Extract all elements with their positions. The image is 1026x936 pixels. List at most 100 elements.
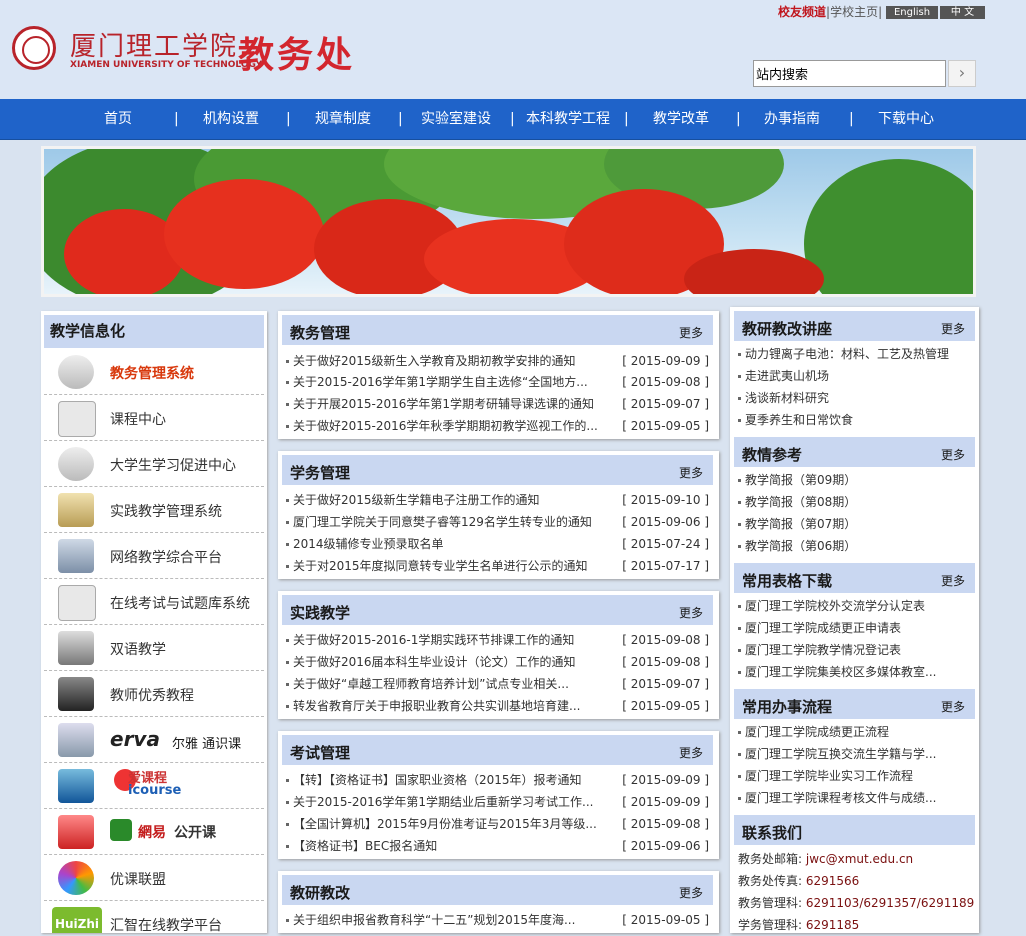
list-item[interactable]: 厦门理工学院校外交流学分认定表 — [738, 595, 925, 617]
list-item[interactable]: 厦门理工学院成绩更正流程 — [738, 721, 889, 743]
more-link[interactable]: 更多 — [941, 320, 965, 337]
icourse-icon — [58, 769, 94, 803]
list-item[interactable]: 关于组织申报省教育科学“十二五”规划2015年度海... — [286, 909, 575, 931]
left-item-huizhi[interactable]: HuiZhi 汇智在线教学平台 — [44, 901, 264, 933]
list-item[interactable]: 浅谈新材料研究 — [738, 387, 829, 409]
list-item[interactable]: 厦门理工学院关于同意樊子睿等129名学生转专业的通知 — [286, 511, 592, 533]
search-button[interactable]: › — [948, 60, 976, 87]
left-item-practice-system[interactable]: 实践教学管理系统 — [44, 487, 264, 533]
more-link[interactable]: 更多 — [679, 884, 703, 901]
list-item[interactable]: 厦门理工学院毕业实习工作流程 — [738, 765, 913, 787]
list-item[interactable]: 关于做好2015-2016学年秋季学期期初教学巡视工作的... — [286, 415, 598, 437]
list-item[interactable]: 动力锂离子电池：材料、工艺及热管理 — [738, 343, 949, 365]
chinese-button[interactable]: 中 文 — [940, 6, 985, 19]
list-item-date: [ 2015-09-10 ] — [622, 493, 709, 507]
left-item-netease[interactable]: 網易 公开课 — [44, 809, 264, 855]
nav-regulations[interactable]: 规章制度 — [307, 99, 379, 139]
list-item[interactable]: 关于2015-2016学年第1学期学生自主选修“全国地方... — [286, 371, 588, 393]
left-item-label: 教师优秀教程 — [110, 688, 194, 704]
list-item[interactable]: 厦门理工学院成绩更正申请表 — [738, 617, 901, 639]
left-item-label: 在线考试与试题库系统 — [110, 596, 250, 612]
list-item-date: [ 2015-09-05 ] — [622, 699, 709, 713]
left-item-label: 优课联盟 — [110, 872, 166, 888]
list-item[interactable]: 教学简报（第06期） — [738, 535, 856, 557]
left-item-label: 网络教学综合平台 — [110, 550, 222, 566]
list-item[interactable]: 关于开展2015-2016学年第1学期考研辅导课选课的通知 — [286, 393, 594, 415]
school-home-link[interactable]: 学校主页 — [830, 5, 878, 19]
nav-teaching-reform[interactable]: 教学改革 — [645, 99, 717, 139]
list-item-date: [ 2015-09-09 ] — [622, 773, 709, 787]
list-item[interactable]: 【转】【资格证书】国家职业资格（2015年）报考通知 — [286, 769, 582, 791]
list-item[interactable]: 走进武夷山机场 — [738, 365, 829, 387]
box-title: 常用办事流程 — [742, 698, 833, 716]
list-item-date: [ 2015-09-08 ] — [622, 655, 709, 669]
email-link[interactable]: jwc@xmut.edu.cn — [806, 852, 913, 866]
more-link[interactable]: 更多 — [679, 604, 703, 621]
list-item[interactable]: 关于2015-2016学年第1学期结业后重新学习考试工作... — [286, 791, 594, 813]
left-item-online-platform[interactable]: 网络教学综合平台 — [44, 533, 264, 579]
left-item-label: 大学生学习促进中心 — [110, 458, 236, 474]
box-title: 教务管理 — [290, 324, 351, 342]
left-item-label: 教务管理系统 — [110, 366, 194, 382]
list-item[interactable]: 转发省教育厅关于申报职业教育公共实训基地培育建... — [286, 695, 580, 717]
list-item-date: [ 2015-07-17 ] — [622, 559, 709, 573]
list-item[interactable]: 教学简报（第09期） — [738, 469, 856, 491]
left-item-youke[interactable]: 优课联盟 — [44, 855, 264, 901]
nav-guide[interactable]: 办事指南 — [756, 99, 828, 139]
more-link[interactable]: 更多 — [941, 698, 965, 715]
list-item[interactable]: 2014级辅修专业预录取名单 — [286, 533, 444, 555]
list-item[interactable]: 关于做好“卓越工程师教育培养计划”试点专业相关... — [286, 673, 569, 695]
box-title: 教研教改 — [290, 884, 351, 902]
nav-teaching-project[interactable]: 本科教学工程 — [522, 99, 614, 139]
left-item-bilingual[interactable]: 双语教学 — [44, 625, 264, 671]
list-item[interactable]: 关于做好2015级新生入学教育及期初教学安排的通知 — [286, 350, 576, 372]
list-item[interactable]: 厦门理工学院互换交流生学籍与学... — [738, 743, 936, 765]
more-link[interactable]: 更多 — [679, 464, 703, 481]
list-item[interactable]: 关于做好2015级新生学籍电子注册工作的通知 — [286, 489, 540, 511]
left-item-academic-system[interactable]: 教务管理系统 — [44, 349, 264, 395]
more-link[interactable]: 更多 — [679, 744, 703, 761]
list-item[interactable]: 厦门理工学院课程考核文件与成绩... — [738, 787, 936, 809]
box-header: 教务管理 更多 — [282, 315, 713, 345]
list-item-date: [ 2015-09-07 ] — [622, 397, 709, 411]
nav-lab-construction[interactable]: 实验室建设 — [414, 99, 498, 139]
left-item-course-center[interactable]: 课程中心 — [44, 395, 264, 441]
list-item[interactable]: 厦门理工学院教学情况登记表 — [738, 639, 901, 661]
box-header: 常用表格下载 更多 — [734, 563, 975, 593]
youke-icon — [58, 861, 94, 895]
users-icon — [58, 447, 94, 481]
list-item-date: [ 2015-09-05 ] — [622, 419, 709, 433]
list-item[interactable]: 教学简报（第08期） — [738, 491, 856, 513]
list-item[interactable]: 厦门理工学院集美校区多媒体教室... — [738, 661, 936, 683]
list-item[interactable]: 【资格证书】BEC报名通知 — [286, 835, 437, 857]
left-item-study-center[interactable]: 大学生学习促进中心 — [44, 441, 264, 487]
left-item-erya[interactable]: erva 尔雅 通识课 — [44, 717, 264, 763]
list-item[interactable]: 关于对2015年度拟同意转专业学生名单进行公示的通知 — [286, 555, 588, 577]
left-item-online-exam[interactable]: 在线考试与试题库系统 — [44, 579, 264, 625]
list-item[interactable]: 关于做好2016届本科生毕业设计（论文）工作的通知 — [286, 651, 576, 673]
more-link[interactable]: 更多 — [941, 572, 965, 589]
left-item-excellent-courses[interactable]: 教师优秀教程 — [44, 671, 264, 717]
news-box-practice-teaching: 实践教学 更多 关于做好2015-2016-1学期实践环节排课工作的通知 [ 2… — [278, 591, 719, 719]
list-item[interactable]: 教学简报（第07期） — [738, 513, 856, 535]
list-item[interactable]: 夏季养生和日常饮食 — [738, 409, 853, 431]
english-button[interactable]: English — [886, 6, 938, 19]
nav-organization[interactable]: 机构设置 — [195, 99, 267, 139]
university-logo-text[interactable]: 厦门理工学院 — [70, 26, 238, 63]
erya-logo: erva — [110, 727, 160, 751]
alumni-link[interactable]: 校友频道 — [778, 5, 826, 19]
university-logo-en[interactable]: XIAMEN UNIVERSITY OF TECHNOLOGY — [70, 60, 262, 70]
user-icon — [58, 355, 94, 389]
list-item-date: [ 2015-09-08 ] — [622, 817, 709, 831]
more-link[interactable]: 更多 — [679, 324, 703, 341]
nav-home[interactable]: 首页 — [88, 99, 148, 139]
box-header: 教研教改 更多 — [282, 875, 713, 905]
list-item-date: [ 2015-09-05 ] — [622, 913, 709, 927]
list-item[interactable]: 【全国计算机】2015年9月份准考证与2015年3月等级... — [286, 813, 597, 835]
search-input[interactable] — [753, 60, 946, 87]
more-link[interactable]: 更多 — [941, 446, 965, 463]
nav-downloads[interactable]: 下载中心 — [870, 99, 942, 139]
left-item-icourse[interactable]: 爱课程 icourse — [44, 763, 264, 809]
list-item[interactable]: 关于做好2015-2016-1学期实践环节排课工作的通知 — [286, 629, 574, 651]
main-nav: 首页 | 机构设置 | 规章制度 | 实验室建设 | 本科教学工程 | 教学改革… — [0, 99, 1026, 140]
